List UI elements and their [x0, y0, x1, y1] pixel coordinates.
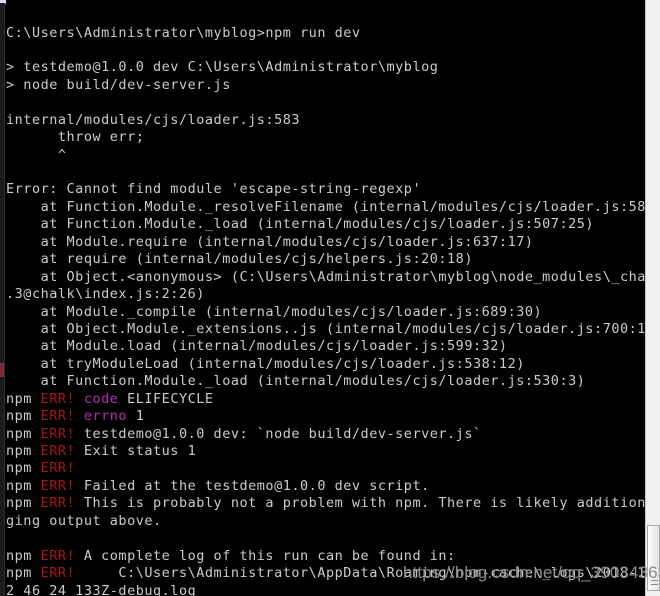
- console-line-text: [75, 460, 84, 476]
- console-line-text: ELIFECYCLE: [118, 390, 214, 407]
- window-left-edge: [0, 3, 5, 596]
- npm-prefix: npm: [6, 390, 41, 407]
- console-line: > node build/dev-server.js: [6, 77, 645, 94]
- console-line: npm ERR! testdemo@1.0.0 dev: `node build…: [6, 426, 645, 443]
- console-line: [6, 42, 645, 59]
- csdn-watermark: https://blog.csdn.net/qq_39034363: [403, 563, 660, 582]
- console-line: at Module.load (internal/modules/cjs/loa…: [6, 338, 645, 355]
- console-line: [6, 530, 645, 547]
- npm-prefix: npm: [6, 425, 41, 442]
- console-line: 2_46_24_133Z-debug.log: [6, 583, 645, 596]
- console-line: throw err;: [6, 129, 645, 146]
- console-line-text: .3@chalk\index.js:2:26): [6, 286, 205, 303]
- console-line: [6, 94, 645, 111]
- console-line-text: Failed at the testdemo@1.0.0 dev script.: [75, 477, 430, 494]
- console-line-text: at Function.Module._load (internal/modul…: [6, 216, 595, 233]
- console-line: [6, 164, 645, 181]
- npm-prefix: npm: [6, 565, 41, 582]
- npm-prefix: npm: [6, 443, 41, 459]
- console-line: npm ERR! Exit status 1: [6, 443, 645, 460]
- console-line: ging output above.: [6, 513, 645, 530]
- console-line-text: testdemo@1.0.0 dev: `node build/dev-serv…: [75, 425, 482, 442]
- console-line: at Function.Module._resolveFilename (int…: [6, 199, 660, 216]
- console-line-text: Error: Cannot find module 'escape-string…: [6, 181, 422, 198]
- console-line-text: at tryModuleLoad (internal/modules/cjs/l…: [6, 355, 525, 372]
- console-line: at Function.Module._load (internal/modul…: [6, 373, 645, 390]
- console-line: .3@chalk\index.js:2:26): [6, 286, 645, 303]
- console-line-text: at Object.Module._extensions..js (intern…: [6, 320, 660, 337]
- console-line-text: at Module._compile (internal/modules/cjs…: [6, 303, 543, 320]
- console-line-text: at Object.<anonymous> (C:\Users\Administ…: [6, 268, 660, 285]
- console-line: Error: Cannot find module 'escape-string…: [6, 181, 645, 198]
- npm-err-tag: ERR!: [40, 425, 76, 442]
- npm-prefix: npm: [6, 495, 41, 512]
- console-line: internal/modules/cjs/loader.js:583: [6, 112, 645, 129]
- npm-err-tag: ERR!: [40, 460, 76, 477]
- console-line-text: throw err;: [6, 129, 145, 146]
- console-line-text: [6, 42, 15, 58]
- console-line-text: > testdemo@1.0.0 dev C:\Users\Administra…: [6, 59, 439, 76]
- terminal-window: C:\Users\Administrator\myblog>npm run de…: [0, 0, 660, 596]
- console-line-text: [6, 530, 15, 546]
- console-line: at require (internal/modules/cjs/helpers…: [6, 251, 645, 268]
- npm-err-tag: ERR!: [40, 477, 76, 494]
- console-line: at Function.Module._load (internal/modul…: [6, 216, 645, 233]
- console-line-text: at require (internal/modules/cjs/helpers…: [6, 251, 473, 268]
- console-line-text: Exit status 1: [75, 443, 197, 459]
- console-line-text: C:\Users\Administrator\myblog>npm run de…: [6, 24, 361, 41]
- console-line: at tryModuleLoad (internal/modules/cjs/l…: [6, 356, 645, 373]
- npm-err-tag: ERR!: [40, 408, 76, 425]
- console-line: npm ERR! Failed at the testdemo@1.0.0 de…: [6, 478, 645, 495]
- console-line-text: ^: [6, 146, 67, 163]
- npm-prefix: npm: [6, 477, 41, 494]
- console-line: npm ERR!: [6, 460, 645, 477]
- console-output[interactable]: C:\Users\Administrator\myblog>npm run de…: [6, 13, 660, 596]
- console-line: C:\Users\Administrator\myblog>npm run de…: [6, 25, 645, 42]
- console-line: npm ERR! code ELIFECYCLE: [6, 391, 645, 408]
- console-line-text: > node build/dev-server.js: [6, 76, 231, 93]
- console-line: at Module._compile (internal/modules/cjs…: [6, 304, 645, 321]
- npm-err-tag: ERR!: [40, 547, 76, 564]
- npm-err-tag: ERR!: [40, 565, 76, 582]
- console-line: at Module.require (internal/modules/cjs/…: [6, 234, 645, 251]
- npm-err-key: errno: [75, 408, 128, 425]
- npm-err-tag: ERR!: [40, 443, 76, 459]
- npm-err-key: code: [75, 390, 119, 407]
- console-line-text: at Module.require (internal/modules/cjs/…: [6, 233, 534, 250]
- npm-err-tag: ERR!: [40, 495, 76, 512]
- console-line-text: at Function.Module._load (internal/modul…: [6, 373, 586, 390]
- console-line-text: 2_46_24_133Z-debug.log: [6, 582, 197, 596]
- console-line-text: This is probably not a problem with npm.…: [75, 495, 660, 512]
- console-line-text: A complete log of this run can be found …: [75, 547, 456, 564]
- npm-prefix: npm: [6, 408, 41, 425]
- console-line-text: at Module.load (internal/modules/cjs/loa…: [6, 338, 508, 355]
- npm-prefix: npm: [6, 547, 41, 564]
- console-line: npm ERR! errno 1: [6, 408, 645, 425]
- console-line: > testdemo@1.0.0 dev C:\Users\Administra…: [6, 59, 645, 76]
- console-line: npm ERR! This is probably not a problem …: [6, 495, 660, 512]
- console-line-text: 1: [127, 408, 145, 425]
- left-edge-accent-mark: [0, 363, 4, 377]
- console-line-text: ging output above.: [6, 512, 162, 529]
- console-line-text: at Function.Module._resolveFilename (int…: [6, 198, 660, 215]
- console-line-text: [6, 94, 15, 110]
- console-line: ^: [6, 147, 645, 164]
- vertical-scrollbar[interactable]: [645, 0, 660, 596]
- npm-prefix: npm: [6, 460, 41, 477]
- console-line-text: internal/modules/cjs/loader.js:583: [6, 111, 301, 128]
- console-line: at Object.<anonymous> (C:\Users\Administ…: [6, 269, 660, 286]
- npm-err-tag: ERR!: [40, 390, 76, 407]
- console-line-text: [6, 164, 15, 180]
- console-line: at Object.Module._extensions..js (intern…: [6, 321, 660, 338]
